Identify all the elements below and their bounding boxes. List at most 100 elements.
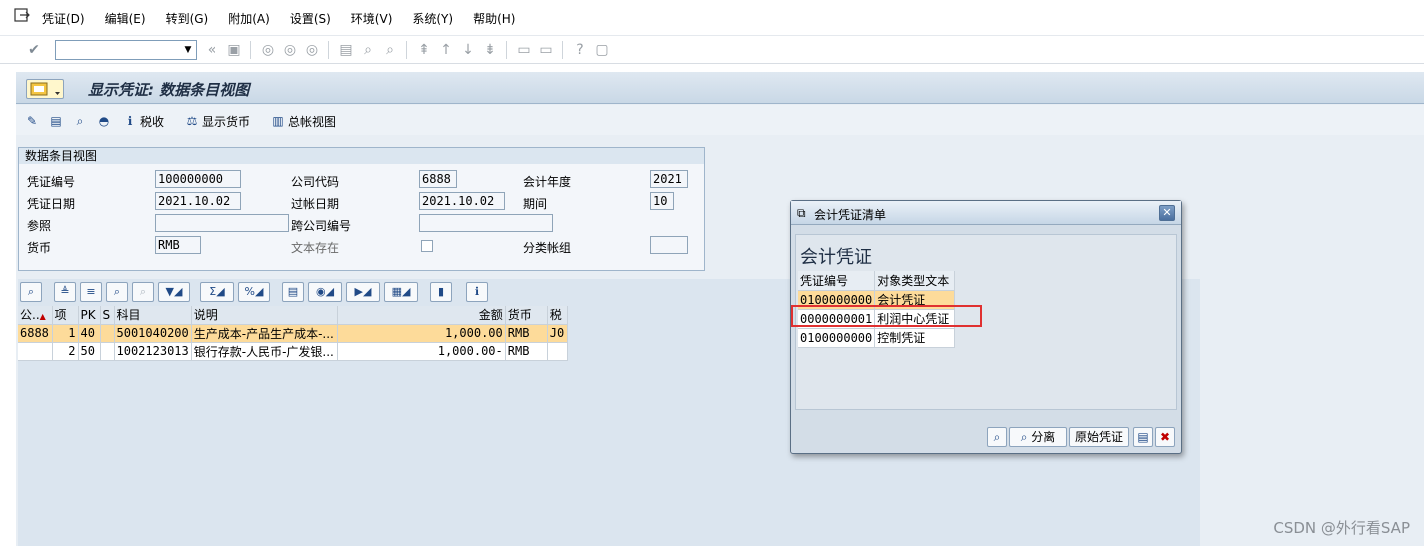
col-s[interactable]: S	[100, 306, 115, 325]
cell-account: 5001040200	[114, 324, 192, 343]
information-button[interactable]: ℹ	[466, 282, 488, 302]
graphic-button[interactable]: ▮	[430, 282, 452, 302]
fiscal-year-field[interactable]: 2021	[650, 170, 688, 188]
total-button[interactable]: Σ◢	[200, 282, 234, 302]
find-button[interactable]: ⌕	[106, 282, 128, 302]
sort-descending-button[interactable]: ≡	[80, 282, 102, 302]
dialog-icon: ⧉	[797, 206, 806, 220]
menu-items: 凭证(D) 编辑(E) 转到(G) 附加(A) 设置(S) 环境(V) 系统(Y…	[42, 10, 535, 27]
choose-button[interactable]: ⌕	[987, 427, 1007, 447]
cell-pk: 50	[78, 342, 101, 361]
glasses-pencil-icon: ✎	[26, 114, 38, 128]
sort-ascending-button[interactable]: ≜	[54, 282, 76, 302]
back-arrow-icon[interactable]: «	[204, 42, 220, 58]
menu-environment[interactable]: 环境(V)	[351, 10, 393, 27]
last-page-icon[interactable]: ⇟	[482, 42, 498, 58]
layout-button[interactable]: ▦◢	[384, 282, 418, 302]
col-pk[interactable]: PK	[78, 306, 101, 325]
monitor-icon[interactable]: ▢	[594, 42, 610, 58]
filter-icon: ▼◢	[165, 285, 183, 298]
chevron-down-icon[interactable]: ▼	[182, 44, 194, 56]
menu-edit[interactable]: 编辑(E)	[105, 10, 146, 27]
list-item[interactable]: 0100000000 控制凭证	[798, 328, 956, 348]
col-item[interactable]: 项	[52, 306, 79, 325]
help-icon[interactable]: ?	[572, 42, 588, 58]
split-button[interactable]: ⌕ 分离	[1009, 427, 1067, 447]
gl-view-button[interactable]: ▥ 总帐视图	[270, 112, 336, 130]
select-document-button[interactable]: ▤	[48, 112, 66, 130]
menu-settings[interactable]: 设置(S)	[290, 10, 331, 27]
new-session-icon[interactable]: ▭	[516, 42, 532, 58]
print-icon[interactable]: ▤	[338, 42, 354, 58]
details-button[interactable]: ⌕	[20, 282, 42, 302]
cell-currency: RMB	[505, 342, 548, 361]
search-document-button[interactable]: ⌕	[72, 112, 90, 130]
previous-page-icon[interactable]: ↑	[438, 42, 454, 58]
cancel-button[interactable]: ✖	[1155, 427, 1175, 447]
print-button[interactable]: ▤	[1133, 427, 1153, 447]
menu-help[interactable]: 帮助(H)	[473, 10, 515, 27]
command-field[interactable]: ▼	[55, 40, 197, 60]
object-services-button[interactable]: ◓	[96, 112, 114, 130]
shortcut-icon[interactable]: ▭	[538, 42, 554, 58]
display-change-button[interactable]	[26, 79, 64, 99]
menu-extras[interactable]: 附加(A)	[228, 10, 270, 27]
export-button[interactable]: ▶◢	[346, 282, 380, 302]
highlight-box	[791, 305, 982, 327]
company-field[interactable]: 6888	[419, 170, 457, 188]
menu-goto[interactable]: 转到(G)	[166, 10, 209, 27]
text-exists-checkbox[interactable]	[421, 240, 433, 252]
gl-view-label: 总帐视图	[288, 114, 337, 129]
reference-field[interactable]	[155, 214, 289, 232]
table-row[interactable]: 2 50 1002123013 银行存款-人民币-广发银... 1,000.00…	[18, 342, 568, 361]
standard-toolbar: ✔ ▼ « ▣ ◎ ◎ ◎ ▤ ⌕ ⌕ ⇞ ↑ ↓ ⇟ ▭ ▭ ? ▢	[0, 36, 1424, 64]
cell-description: 银行存款-人民币-广发银...	[191, 342, 338, 361]
original-document-button[interactable]: 原始凭证	[1069, 427, 1129, 447]
menu-document[interactable]: 凭证(D)	[42, 10, 85, 27]
views-button[interactable]: ◉◢	[308, 282, 342, 302]
print-button[interactable]: ▤	[282, 282, 304, 302]
posting-date-field[interactable]: 2021.10.02	[419, 192, 505, 210]
enter-check-icon[interactable]: ✔	[26, 42, 42, 58]
subtotal-button[interactable]: %◢	[238, 282, 270, 302]
split-label: 分离	[1031, 430, 1056, 444]
currency-icon: ⚖	[186, 114, 198, 128]
menu-system[interactable]: 系统(Y)	[412, 10, 453, 27]
next-page-icon[interactable]: ↓	[460, 42, 476, 58]
back-icon[interactable]: ◎	[260, 42, 276, 58]
table-row[interactable]: 6888 1 40 5001040200 生产成本-产品生产成本-... 1,0…	[18, 324, 568, 343]
col-amount[interactable]: 金额	[337, 306, 506, 325]
col-account[interactable]: 科目	[114, 306, 192, 325]
col-object-type[interactable]: 对象类型文本	[874, 271, 956, 291]
sum-icon: Σ◢	[209, 285, 225, 298]
cross-company-field[interactable]	[419, 214, 553, 232]
first-page-icon[interactable]: ⇞	[416, 42, 432, 58]
find-next-icon[interactable]: ⌕	[382, 42, 398, 58]
exit-icon[interactable]: ◎	[282, 42, 298, 58]
doc-date-field[interactable]: 2021.10.02	[155, 192, 241, 210]
col-company[interactable]: 公..▲	[18, 306, 53, 325]
col-currency[interactable]: 货币	[505, 306, 548, 325]
show-currency-button[interactable]: ⚖ 显示货币	[184, 112, 250, 130]
period-field[interactable]: 10	[650, 192, 674, 210]
toolbar-separator	[506, 41, 507, 59]
cell-pk: 40	[78, 324, 101, 343]
col-description[interactable]: 说明	[191, 306, 338, 325]
title-bar: 显示凭证: 数据条目视图	[16, 72, 1424, 104]
tax-button[interactable]: ℹ 税收	[122, 112, 164, 130]
col-doc-no[interactable]: 凭证编号	[798, 271, 876, 291]
doc-no-field[interactable]: 100000000	[155, 170, 241, 188]
col-tax[interactable]: 税	[547, 306, 568, 325]
cancel-icon[interactable]: ◎	[304, 42, 320, 58]
cell-s	[100, 324, 115, 343]
close-icon[interactable]: ✕	[1159, 205, 1175, 221]
posting-date-label: 过帐日期	[291, 197, 340, 211]
save-icon[interactable]: ▣	[226, 42, 242, 58]
change-display-button[interactable]: ✎	[24, 112, 42, 130]
ledger-group-field[interactable]	[650, 236, 688, 254]
find-icon[interactable]: ⌕	[360, 42, 376, 58]
menu-exit-icon[interactable]	[14, 8, 30, 22]
filter-button[interactable]: ▼◢	[158, 282, 190, 302]
currency-field[interactable]: RMB	[155, 236, 201, 254]
find-next-button[interactable]: ⌕	[132, 282, 154, 302]
